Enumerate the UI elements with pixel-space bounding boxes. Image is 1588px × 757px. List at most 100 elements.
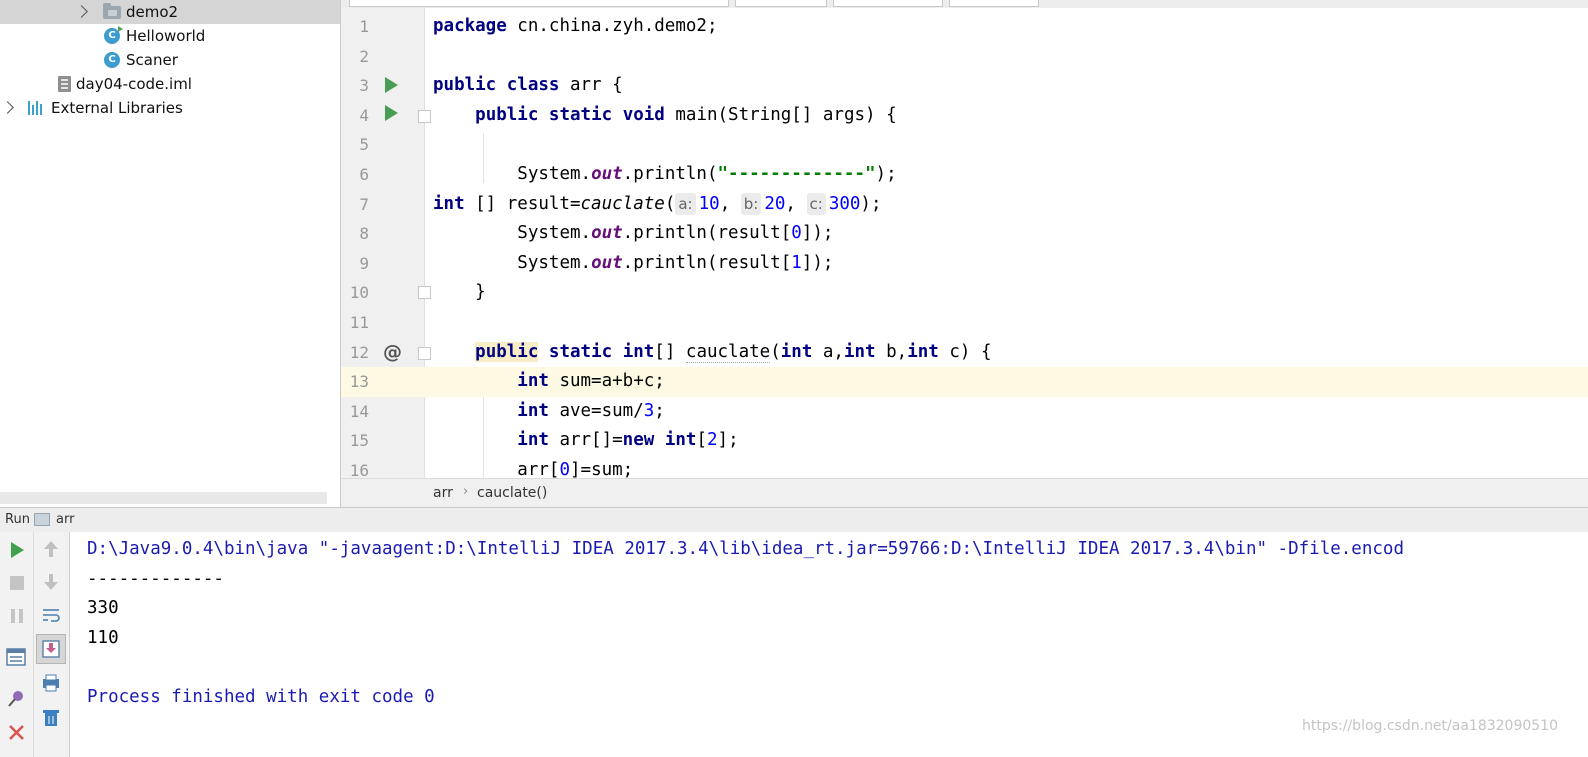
java-class-icon: C	[104, 26, 123, 44]
method-usage-at-icon[interactable]: @	[383, 338, 402, 368]
code-text[interactable]: int ave=sum/3;	[433, 397, 665, 427]
editor-tab[interactable]	[833, 0, 943, 7]
clear-all-icon[interactable]	[40, 706, 62, 728]
parameter-hint: c:	[806, 192, 826, 215]
breadcrumb-separator: ›	[463, 484, 469, 499]
stop-icon[interactable]	[6, 572, 28, 594]
code-text[interactable]: int [] result=cauclate(a: 10, b: 20, c: 300…	[433, 190, 882, 220]
tree-item-scaner[interactable]: C Scaner	[0, 48, 341, 72]
editor-tab-strip	[341, 0, 1588, 8]
parameter-hint: b:	[740, 192, 762, 215]
soft-wrap-icon[interactable]	[40, 604, 62, 626]
line-number: 11	[349, 313, 369, 332]
line-number: 16	[349, 461, 369, 478]
line-number: 12	[349, 342, 369, 362]
folder-icon	[103, 3, 121, 19]
code-line-15[interactable]: 15 int arr[]=new int[2];	[341, 426, 1588, 456]
code-text[interactable]: int sum=a+b+c;	[433, 367, 665, 397]
breadcrumb-item-class[interactable]: arr	[433, 485, 453, 501]
run-toolbar-primary	[0, 532, 34, 757]
run-toolbar-secondary	[34, 532, 70, 757]
code-text[interactable]: public static int[] cauclate(int a,int b…	[433, 338, 991, 368]
run-panel-header: Run arr	[0, 507, 1588, 533]
run-class-gutter-icon[interactable]	[385, 77, 398, 94]
code-line-10[interactable]: 10 }	[341, 278, 1588, 308]
code-editor[interactable]: 1 package cn.china.zyh.demo2; 2 3 public…	[341, 0, 1588, 508]
line-number: 6	[359, 165, 369, 184]
run-main-gutter-icon[interactable]	[385, 104, 398, 121]
editor-tab[interactable]	[735, 0, 827, 7]
code-text[interactable]: System.out.println(result[0]);	[433, 219, 833, 249]
line-number: 1	[359, 17, 369, 36]
console-output-line: 330	[87, 598, 119, 619]
console-exit-message: Process finished with exit code 0	[87, 687, 435, 707]
watermark: https://blog.csdn.net/aa1832090510	[1302, 718, 1558, 734]
line-number: 7	[359, 194, 369, 214]
pause-icon[interactable]	[6, 605, 28, 627]
code-text[interactable]: arr[0]=sum;	[433, 456, 633, 478]
code-line-6[interactable]: 6 System.out.println("-------------");	[341, 160, 1588, 190]
tree-item-iml[interactable]: day04-code.iml	[0, 72, 341, 96]
fold-marker-icon[interactable]	[418, 346, 431, 360]
chevron-right-icon[interactable]	[75, 5, 88, 18]
code-text[interactable]: package cn.china.zyh.demo2;	[433, 12, 717, 42]
run-config-tab[interactable]: arr	[56, 512, 74, 527]
code-line-5[interactable]: 5	[341, 130, 1588, 160]
tree-item-external-libraries[interactable]: External Libraries	[0, 96, 341, 120]
line-number: 5	[359, 135, 369, 155]
run-panel-title: Run	[5, 512, 30, 527]
line-number: 15	[349, 431, 369, 451]
fold-marker-icon[interactable]	[418, 286, 431, 300]
code-line-4[interactable]: 4 public static void main(String[] args)…	[341, 101, 1588, 131]
code-text[interactable]: }	[433, 278, 486, 308]
line-number: 3	[359, 76, 369, 96]
line-number: 4	[359, 105, 369, 125]
fold-marker-icon[interactable]	[418, 109, 431, 123]
arrow-down-icon[interactable]	[40, 571, 62, 593]
code-line-9[interactable]: 9 System.out.println(result[1]);	[341, 249, 1588, 279]
code-line-14[interactable]: 14 int ave=sum/3;	[341, 397, 1588, 427]
tree-item-label: Scaner	[126, 51, 178, 69]
code-line-2[interactable]: 2	[341, 42, 1588, 72]
layout-icon[interactable]	[5, 646, 27, 668]
code-line-8[interactable]: 8 System.out.println(result[0]);	[341, 219, 1588, 249]
code-line-3[interactable]: 3 public class arr {	[341, 71, 1588, 101]
editor-tab[interactable]	[349, 0, 729, 7]
code-text[interactable]: System.out.println("-------------");	[433, 160, 896, 190]
line-number: 2	[359, 46, 369, 66]
arrow-up-icon[interactable]	[40, 538, 62, 560]
code-text[interactable]: public class arr {	[433, 71, 623, 101]
code-line-16[interactable]: 16 arr[0]=sum;	[341, 456, 1588, 478]
code-line-13[interactable]: 13 int sum=a+b+c;	[341, 367, 1588, 397]
line-number: 13	[349, 372, 369, 392]
code-text[interactable]: System.out.println(result[1]);	[433, 249, 833, 279]
module-file-icon	[58, 76, 71, 92]
chevron-right-icon[interactable]	[1, 101, 14, 114]
code-line-7[interactable]: 7 int [] result=cauclate(a: 10, b: 20, c: 3…	[341, 190, 1588, 220]
close-icon[interactable]	[6, 722, 28, 744]
horizontal-scrollbar[interactable]	[0, 492, 327, 504]
breadcrumb-item-method[interactable]: cauclate()	[477, 485, 547, 501]
tree-item-label: Helloworld	[126, 27, 206, 45]
editor-tab[interactable]	[949, 0, 1039, 7]
tree-item-demo2[interactable]: demo2	[0, 0, 341, 24]
libraries-icon	[28, 101, 46, 115]
code-line-11[interactable]: 11	[341, 308, 1588, 338]
line-number: 8	[359, 224, 369, 244]
tree-item-helloworld[interactable]: C Helloworld	[0, 24, 341, 48]
line-number: 10	[349, 283, 369, 303]
run-config-icon	[34, 513, 50, 526]
scroll-to-end-icon[interactable]	[40, 638, 62, 660]
print-icon[interactable]	[40, 672, 62, 694]
tree-item-label: demo2	[126, 3, 179, 21]
rerun-icon[interactable]	[6, 539, 28, 561]
line-number: 9	[359, 253, 369, 273]
line-number: 14	[349, 401, 369, 421]
code-text[interactable]: public static void main(String[] args) {	[433, 101, 896, 131]
console-command-line: D:\Java9.0.4\bin\java "-javaagent:D:\Int…	[87, 539, 1404, 559]
pin-icon[interactable]	[5, 688, 27, 710]
code-line-1[interactable]: 1 package cn.china.zyh.demo2;	[341, 12, 1588, 42]
code-text[interactable]: int arr[]=new int[2];	[433, 426, 738, 456]
project-tool-window: demo2 C Helloworld C Scaner day04-code.i…	[0, 0, 341, 507]
code-line-12[interactable]: 12 @ public static int[] cauclate(int a,…	[341, 338, 1588, 368]
